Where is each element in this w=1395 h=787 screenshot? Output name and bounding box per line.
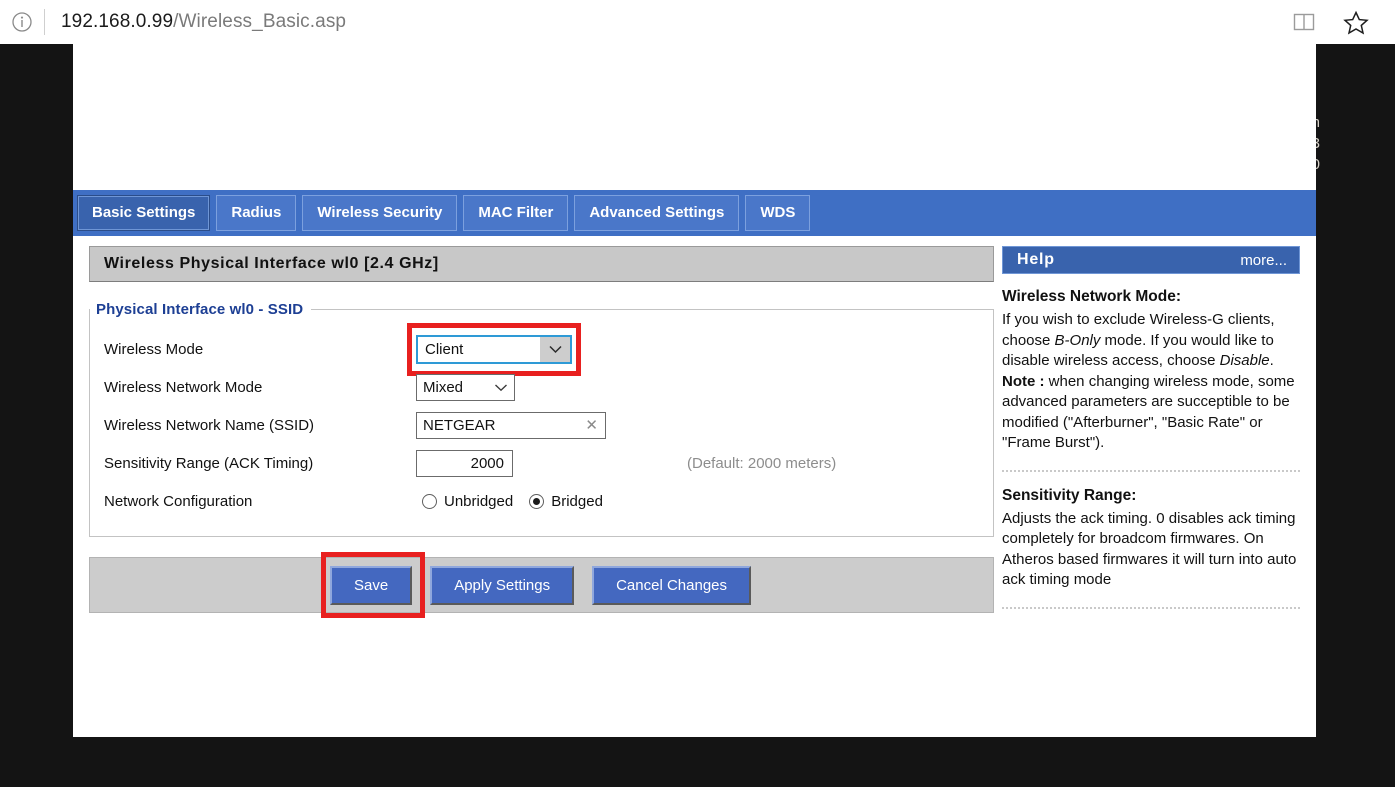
help-emphasis-disable: Disable	[1219, 352, 1270, 369]
form-button-bar: Save Apply Settings Cancel Changes	[89, 552, 994, 618]
radio-bridged-label: Bridged	[551, 492, 603, 510]
help-emphasis-b-only: B-Only	[1054, 331, 1101, 349]
field-sensitivity: 2000 (Default: 2000 meters)	[416, 449, 837, 477]
browser-toolbar: 192.168.0.99/Wireless_Basic.asp	[0, 0, 1395, 45]
label-wireless-mode: Wireless Mode	[104, 340, 204, 358]
subtab-advanced-settings[interactable]: Advanced Settings	[574, 195, 740, 231]
help-more-link[interactable]: more...	[1240, 252, 1287, 269]
help-note-label: Note :	[1002, 372, 1045, 390]
clear-x-icon[interactable]: ✕	[585, 418, 598, 433]
field-ssid: NETGEAR ✕	[416, 411, 606, 439]
row-ssid: Wireless Network Name (SSID) NETGEAR ✕	[90, 406, 993, 444]
chevron-down-icon	[494, 383, 508, 392]
radio-unbridged[interactable]: Unbridged	[422, 493, 513, 510]
url-path: /Wireless_Basic.asp	[173, 11, 347, 32]
book-icon[interactable]	[1289, 7, 1319, 37]
help-section-body-sensitivity: Adjusts the ack timing. 0 disables ack t…	[1002, 509, 1297, 589]
sub-tab-bar: Basic Settings Radius Wireless Security …	[73, 190, 1316, 236]
chevron-down-icon[interactable]	[540, 336, 570, 362]
ssid-value: NETGEAR	[423, 416, 496, 434]
sensitivity-value: 2000	[470, 454, 504, 472]
help-title: Help	[1017, 251, 1055, 268]
wireless-mode-select[interactable]: Client	[416, 334, 572, 364]
sensitivity-default-hint: (Default: 2000 meters)	[687, 454, 837, 472]
help-section-body-network-mode: If you wish to exclude Wireless-G client…	[1002, 310, 1300, 454]
ssid-input[interactable]: NETGEAR ✕	[416, 411, 606, 439]
address-bar[interactable]: 192.168.0.99/Wireless_Basic.asp	[45, 11, 1289, 33]
help-section-title-network-mode: Wireless Network Mode:	[1002, 288, 1182, 305]
label-ssid: Wireless Network Name (SSID)	[104, 416, 315, 434]
subtab-wds[interactable]: WDS	[745, 195, 811, 231]
network-config-radio-group: Unbridged Bridged	[416, 493, 603, 510]
row-network-mode: Wireless Network Mode Mixed	[90, 368, 993, 406]
sensitivity-input[interactable]: 2000	[416, 449, 513, 477]
field-wireless-mode: Client	[407, 322, 581, 376]
help-divider	[1002, 469, 1300, 472]
label-network-configuration: Network Configuration	[104, 492, 253, 510]
radio-bridged-dot[interactable]	[529, 493, 545, 509]
wireless-mode-value: Client	[425, 340, 464, 358]
browser-toolbar-icons	[1289, 7, 1395, 37]
radio-unbridged-dot[interactable]	[422, 493, 437, 509]
info-circle-icon[interactable]	[0, 0, 44, 44]
cancel-changes-button[interactable]: Cancel Changes	[592, 565, 751, 605]
network-mode-value: Mixed	[423, 378, 464, 396]
row-wireless-mode: Wireless Mode Client	[90, 322, 993, 376]
help-text-part3: .	[1269, 352, 1274, 369]
subtab-wireless-security[interactable]: Wireless Security	[302, 195, 458, 231]
subtab-mac-filter[interactable]: MAC Filter	[463, 195, 569, 231]
field-network-mode: Mixed	[416, 373, 515, 401]
save-button[interactable]: Save	[330, 565, 413, 605]
row-network-configuration: Network Configuration Unbridged Bridged	[90, 482, 993, 520]
help-note-body: when changing wireless mode, some advanc…	[1002, 372, 1295, 452]
help-section-title-sensitivity: Sensitivity Range:	[1002, 486, 1137, 504]
subtab-radius[interactable]: Radius	[216, 195, 297, 231]
help-panel: Help more... Wireless Network Mode: If y…	[1002, 246, 1300, 624]
help-header: Help more...	[1002, 246, 1300, 274]
field-network-configuration: Unbridged Bridged	[416, 493, 603, 510]
label-sensitivity: Sensitivity Range (ACK Timing)	[104, 454, 314, 472]
subtab-basic-settings[interactable]: Basic Settings	[77, 195, 211, 231]
content-area: Wireless Physical Interface wl0 [2.4 GHz…	[73, 236, 1316, 737]
help-content: Wireless Network Mode: If you wish to ex…	[1002, 274, 1300, 609]
network-mode-select[interactable]: Mixed	[416, 373, 515, 401]
help-divider-bottom	[1002, 606, 1300, 609]
fieldset-legend: Physical Interface wl0 - SSID	[96, 301, 304, 318]
router-page: Basic Settings Radius Wireless Security …	[73, 44, 1316, 737]
section-header-wireless-physical-interface: Wireless Physical Interface wl0 [2.4 GHz…	[89, 246, 994, 282]
label-network-mode: Wireless Network Mode	[104, 378, 263, 396]
row-sensitivity: Sensitivity Range (ACK Timing) 2000 (Def…	[90, 444, 993, 482]
apply-settings-button[interactable]: Apply Settings	[430, 565, 575, 605]
radio-unbridged-label: Unbridged	[444, 492, 514, 510]
url-host: 192.168.0.99	[61, 11, 174, 32]
ssid-fieldset: Physical Interface wl0 - SSID Wireless M…	[89, 301, 994, 537]
settings-column: Wireless Physical Interface wl0 [2.4 GHz…	[89, 246, 994, 618]
radio-bridged[interactable]: Bridged	[529, 493, 603, 510]
star-icon[interactable]	[1341, 7, 1371, 37]
